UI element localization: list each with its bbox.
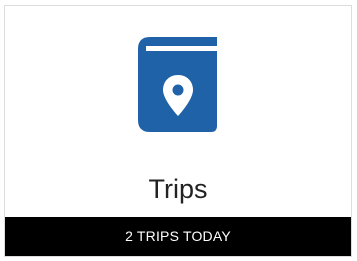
trip-book-location-pin-icon (138, 37, 217, 132)
trips-status-bar: 2 TRIPS TODAY (5, 217, 351, 256)
trips-tile[interactable]: Trips 2 TRIPS TODAY (4, 5, 352, 257)
tile-title: Trips (148, 174, 208, 204)
